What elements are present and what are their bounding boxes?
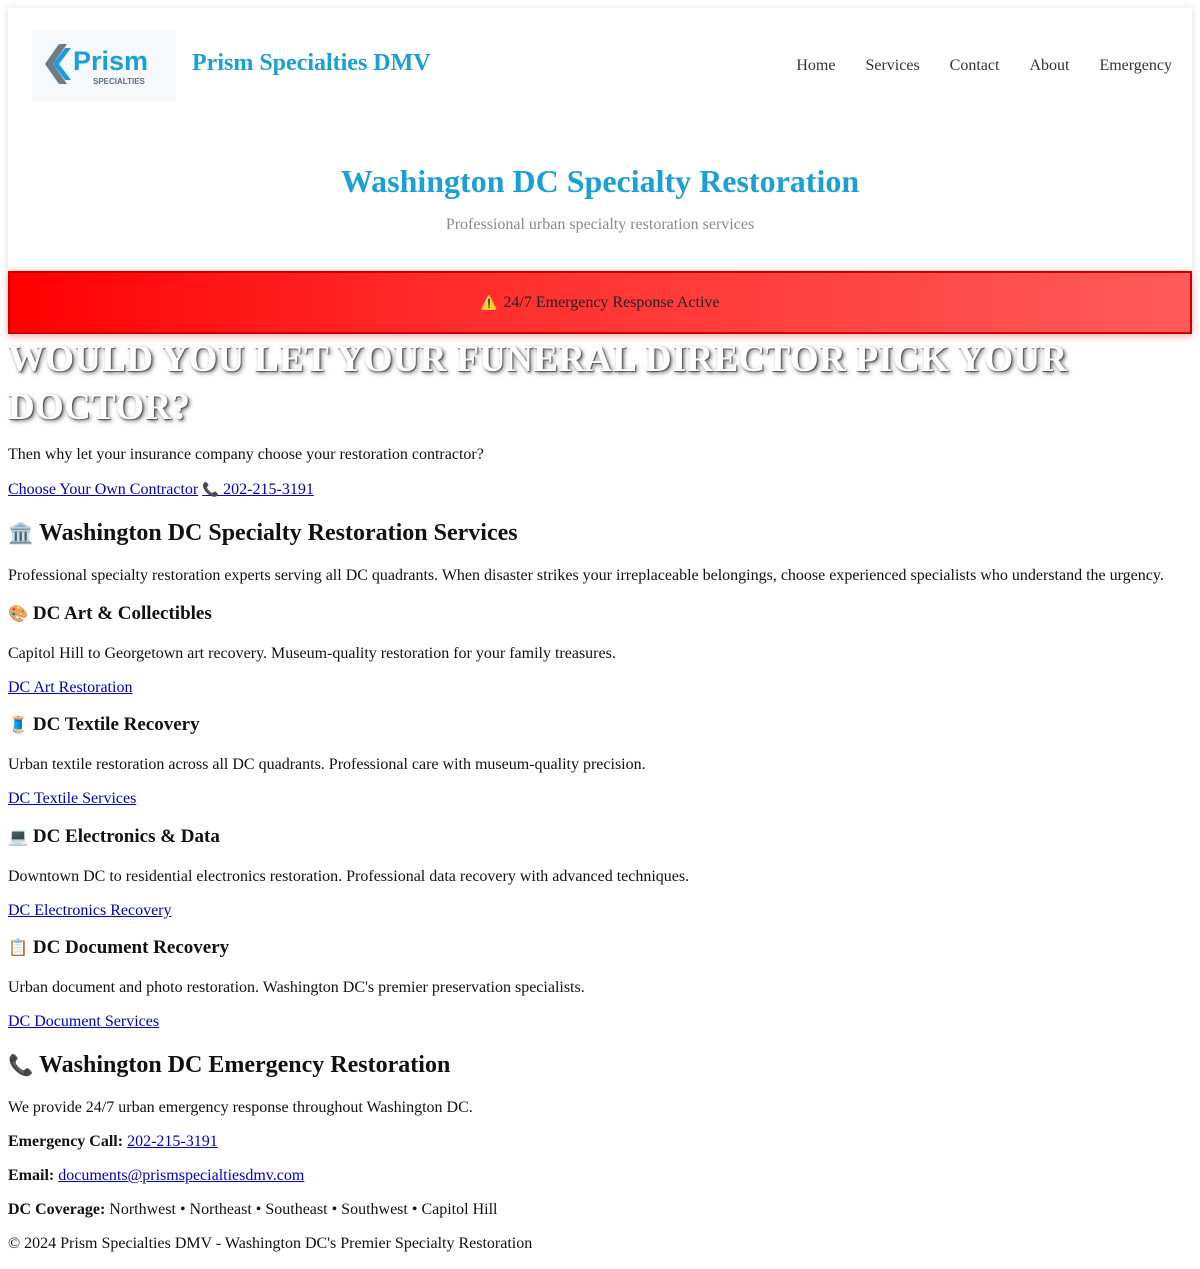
choose-contractor-link[interactable]: Choose Your Own Contractor: [8, 481, 198, 498]
svg-text:SPECIALTIES: SPECIALTIES: [93, 77, 146, 86]
prism-logo[interactable]: Prism SPECIALTIES: [32, 30, 176, 102]
service-document-title: 📋 DC Document Recovery: [8, 936, 229, 960]
thread-spool-icon: 🧵: [8, 715, 29, 734]
phone-icon: 📞: [202, 482, 220, 498]
clipboard-icon: 📋: [8, 938, 29, 957]
service-document-desc: Urban document and photo restoration. Wa…: [8, 979, 585, 996]
emergency-call-link[interactable]: 202-215-3191: [127, 1133, 218, 1150]
services-heading-text: Washington DC Specialty Restoration Serv…: [38, 520, 518, 546]
promo-phone-link[interactable]: 📞 202-215-3191: [202, 481, 314, 498]
promo-headline: Would you let your funeral director pick…: [8, 339, 1068, 428]
service-document-title-text: DC Document Recovery: [32, 937, 230, 958]
hero-title: Washington DC Specialty Restoration: [340, 163, 860, 199]
emergency-call-label: Emergency Call:: [8, 1133, 124, 1150]
service-textile-title: 🧵 DC Textile Recovery: [8, 713, 200, 737]
service-document-link-row: DC Document Services: [8, 1012, 159, 1032]
coverage-label: DC Coverage:: [8, 1201, 106, 1218]
service-document-link[interactable]: DC Document Services: [8, 1013, 159, 1030]
promo-links: Choose Your Own Contractor 📞 202-215-319…: [8, 480, 314, 500]
site-title[interactable]: Prism Specialties DMV: [192, 50, 431, 77]
nav-services[interactable]: Services: [865, 56, 919, 76]
service-art-link-row: DC Art Restoration: [8, 678, 132, 698]
service-art-title: 🎨 DC Art & Collectibles: [8, 602, 212, 626]
emergency-heading: 📞 Washington DC Emergency Restoration: [8, 1050, 450, 1080]
nav-emergency[interactable]: Emergency: [1099, 56, 1172, 76]
services-heading: 🏛️ Washington DC Specialty Restoration S…: [8, 518, 518, 548]
emergency-heading-text: Washington DC Emergency Restoration: [38, 1052, 451, 1078]
nav-about[interactable]: About: [1029, 56, 1069, 76]
emergency-call-row: Emergency Call: 202-215-3191: [8, 1132, 218, 1152]
emergency-email-label: Email:: [8, 1167, 55, 1184]
classical-building-icon: 🏛️: [8, 521, 34, 545]
service-electronics-desc: Downtown DC to residential electronics r…: [8, 868, 690, 885]
laptop-icon: 💻: [8, 827, 29, 846]
coverage-value: Northwest • Northeast • Southeast • Sout…: [109, 1201, 498, 1218]
emergency-intro: We provide 24/7 urban emergency response…: [8, 1099, 473, 1116]
service-electronics-title-text: DC Electronics & Data: [32, 826, 220, 847]
service-textile-desc: Urban textile restoration across all DC …: [8, 756, 646, 773]
svg-text:Prism: Prism: [73, 46, 148, 76]
promo-text: Then why let your insurance company choo…: [8, 446, 484, 463]
emergency-email-row: Email: documents@prismspecialtiesdmv.com: [8, 1166, 304, 1186]
palette-icon: 🎨: [8, 604, 29, 623]
service-art-link[interactable]: DC Art Restoration: [8, 679, 132, 696]
prism-logo-mark: Prism SPECIALTIES: [45, 44, 148, 86]
service-art-desc: Capitol Hill to Georgetown art recovery.…: [8, 645, 616, 662]
service-electronics-link[interactable]: DC Electronics Recovery: [8, 902, 172, 919]
site-header: Prism SPECIALTIES Prism Specialties DMV …: [8, 8, 1192, 270]
service-art-title-text: DC Art & Collectibles: [32, 603, 212, 624]
emergency-email-link[interactable]: documents@prismspecialtiesdmv.com: [58, 1167, 304, 1184]
nav-contact[interactable]: Contact: [950, 56, 1000, 76]
main-nav: Home Services Contact About Emergency: [766, 56, 1172, 76]
warning-icon: ⚠️: [480, 294, 498, 311]
service-textile-link-row: DC Textile Services: [8, 789, 136, 809]
promo-phone-number: 202-215-3191: [223, 481, 314, 498]
alert-text: 24/7 Emergency Response Active: [503, 293, 720, 311]
hero-subtitle: Professional urban specialty restoration…: [445, 216, 755, 233]
coverage-row: DC Coverage: Northwest • Northeast • Sou…: [8, 1200, 497, 1220]
service-electronics-link-row: DC Electronics Recovery: [8, 901, 172, 921]
footer-copyright: © 2024 Prism Specialties DMV - Washingto…: [8, 1235, 533, 1252]
service-textile-title-text: DC Textile Recovery: [32, 714, 200, 735]
emergency-alert-banner: ⚠️ 24/7 Emergency Response Active: [8, 271, 1192, 334]
services-intro: Professional specialty restoration exper…: [8, 567, 1164, 584]
nav-home[interactable]: Home: [796, 56, 835, 76]
service-electronics-title: 💻 DC Electronics & Data: [8, 825, 220, 849]
service-textile-link[interactable]: DC Textile Services: [8, 790, 136, 807]
phone-icon: 📞: [8, 1053, 34, 1077]
